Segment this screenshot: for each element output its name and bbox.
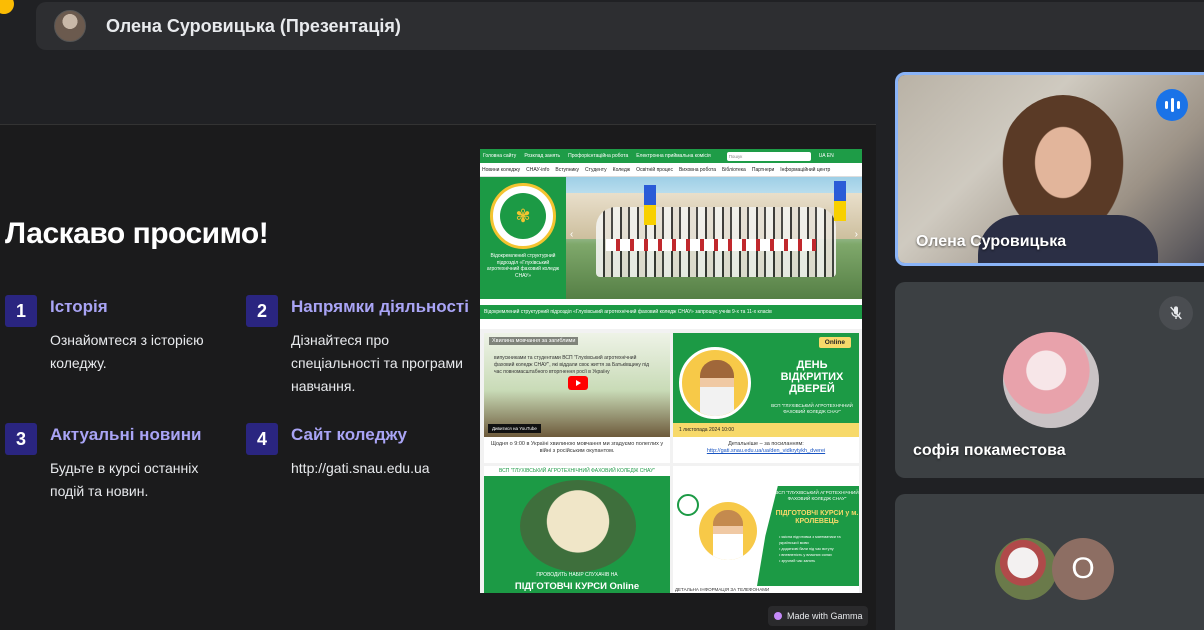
meet-stage: Олена Суровицька (Презентація) Ласкаво п…: [0, 0, 1204, 630]
site-hero: ✾ Відокремлений структурний підрозділ «Г…: [480, 177, 862, 299]
site-topbar-item: Електронна приймальна комісія: [636, 153, 711, 159]
open-day-date: 1 листопада 2024 10:00: [673, 423, 859, 437]
site-topbar-item: Головна сайту: [483, 153, 517, 159]
courses-krolevets-banner: ВСП "ГЛУХІВСЬКИЙ АГРОТЕХНІЧНИЙ ФАХОВИЙ К…: [673, 466, 859, 593]
students-illustration: [520, 480, 636, 572]
audio-bars-icon: [1156, 89, 1188, 121]
college-website-screenshot: Головна сайту Розклад занять Профорієнта…: [480, 149, 862, 593]
site-topbar: Головна сайту Розклад занять Профорієнта…: [480, 149, 862, 163]
video-caption: Щодня о 9:00 в Україні хвилиною мовчання…: [490, 441, 664, 454]
open-day-photo: [679, 347, 751, 419]
courses-panel-header: ВСП "ГЛУХІВСЬКИЙ АГРОТЕХНІЧНИЙ ФАХОВИЙ К…: [775, 490, 859, 501]
courses-phone-info: ДЕТАЛЬНА ІНФОРМАЦІЯ ЗА ТЕЛЕФОНАМИ: [675, 587, 770, 592]
site-hero-brand: ✾ Відокремлений структурний підрозділ «Г…: [480, 177, 566, 299]
feature-url: http://gati.snau.edu.ua: [291, 460, 430, 476]
participant-tile-others[interactable]: О: [895, 494, 1204, 630]
site-news-grid: Хвилина мовчання за загиблими випускника…: [480, 329, 862, 593]
news-card-open-day: Online ДЕНЬ ВІДКРИТИХ ДВЕРЕЙ ВСП "ГЛУХІВ…: [673, 333, 859, 463]
feature-title: Історія: [50, 297, 108, 316]
feature-title: Напрямки діяльності: [291, 297, 469, 316]
avatar: [1003, 332, 1099, 428]
open-day-title: ДЕНЬ ВІДКРИТИХ ДВЕРЕЙ: [780, 359, 844, 395]
gamma-badge-label: Made with Gamma: [787, 611, 863, 621]
presenter-label: Олена Суровицька (Презентація): [106, 15, 401, 36]
site-ticker: Відокремлений структурний підрозділ «Глу…: [480, 305, 862, 319]
news-card-courses-krolevets: ВСП "ГЛУХІВСЬКИЙ АГРОТЕХНІЧНИЙ ФАХОВИЙ К…: [673, 466, 859, 593]
youtube-play-icon: [568, 376, 588, 390]
courses-online-header: ВСП "ГЛУХІВСЬКИЙ АГРОТЕХНІЧНИЙ ФАХОВИЙ К…: [484, 466, 670, 476]
ukraine-flag-icon: [834, 181, 846, 221]
site-nav-item: Вступнику: [555, 166, 580, 173]
ukraine-flag-icon: [644, 185, 656, 225]
site-nav-item: Інформаційний центр: [780, 166, 831, 173]
participant-name: Олена Суровицька: [916, 233, 1067, 250]
courses-online-banner: ВСП "ГЛУХІВСЬКИЙ АГРОТЕХНІЧНИЙ ФАХОВИЙ К…: [484, 466, 670, 593]
video-thumbnail: Хвилина мовчання за загиблими випускника…: [484, 333, 670, 437]
open-day-caption: Детальніше – за посиланням: http://gati.…: [675, 441, 857, 455]
college-logo-icon: ✾: [490, 183, 556, 249]
feature-number: 3: [5, 423, 37, 455]
courses-panel-list: • якісна підготовка з математики та укра…: [779, 535, 841, 563]
chevron-left-icon: ‹: [570, 229, 574, 240]
open-day-subtitle: ВСП "ГЛУХІВСЬКИЙ АГРОТЕХНІЧНИЙ ФАХОВИЙ К…: [771, 403, 853, 414]
video-body: випускниками та студентами ВСП "Глухівсь…: [494, 355, 650, 375]
site-hero-photo: ‹ ›: [566, 177, 862, 299]
college-logo-icon: [677, 494, 699, 516]
participant-name: софія покаместова: [913, 442, 1066, 459]
mic-off-icon: [1159, 296, 1193, 330]
site-hero-text: Відокремлений структурний підрозділ «Глу…: [486, 253, 560, 279]
site-search-box: Пошук: [726, 151, 811, 161]
recording-indicator-icon: [0, 0, 14, 14]
courses-photo: [699, 502, 757, 560]
site-nav-item: Партнери: [751, 166, 775, 173]
site-topbar-item: Профорієнтаційна робота: [568, 153, 629, 159]
avatar-letter: О: [1052, 538, 1114, 600]
feature-number: 1: [5, 295, 37, 327]
slide-title: Ласкаво просимо!: [5, 217, 269, 250]
feature-number: 2: [246, 295, 278, 327]
site-topbar-item: Розклад занять: [524, 153, 561, 159]
presentation-slide: Ласкаво просимо! 1 Історія Ознайомтеся з…: [0, 124, 876, 630]
avatar: [995, 538, 1057, 600]
presenter-avatar: [54, 10, 86, 42]
site-nav: Новини коледжу СНАУ-info Вступнику Студе…: [480, 163, 862, 177]
participant-tile-sofia[interactable]: софія покаместова: [895, 282, 1204, 478]
gamma-logo-icon: [774, 612, 782, 620]
courses-panel-title: ПІДГОТОВЧІ КУРСИ у м. КРОЛЕВЕЦЬ: [775, 510, 859, 525]
feature-number: 4: [246, 423, 278, 455]
feature-title: Сайт коледжу: [291, 425, 408, 444]
feature-title: Актуальні новини: [50, 425, 202, 444]
news-card-video: Хвилина мовчання за загиблими випускника…: [484, 333, 670, 463]
online-badge: Online: [818, 337, 851, 348]
site-nav-item: СНАУ-info: [526, 166, 550, 173]
video-title: Хвилина мовчання за загиблими: [489, 337, 579, 345]
participant-tile-presenter[interactable]: Олена Суровицька: [895, 72, 1204, 266]
courses-online-line: ПРОВОДИТЬ НАБІР СЛУХАЧІВ НА: [536, 572, 618, 578]
chevron-right-icon: ›: [854, 229, 858, 240]
courses-online-title: ПІДГОТОВЧІ КУРСИ Online: [514, 581, 640, 592]
site-nav-item: Новини коледжу: [482, 166, 521, 173]
site-nav-item: Бібліотека: [722, 166, 746, 173]
open-day-banner: Online ДЕНЬ ВІДКРИТИХ ДВЕРЕЙ ВСП "ГЛУХІВ…: [673, 333, 859, 437]
youtube-watch-label: Дивитися на YouTube: [488, 424, 541, 433]
site-nav-item: Виховна робота: [678, 166, 717, 173]
feature-description: Дізнайтеся про спеціальності та програми…: [291, 332, 463, 394]
open-day-caption-text: Детальніше – за посиланням:: [728, 441, 804, 447]
made-with-gamma-badge[interactable]: Made with Gamma: [768, 606, 868, 626]
site-lang: UA EN: [818, 153, 834, 159]
presenter-bar[interactable]: Олена Суровицька (Презентація): [36, 2, 1204, 50]
site-nav-item: Студенту: [585, 166, 607, 173]
feature-description: Ознайомтеся з історією коледжу.: [50, 332, 204, 371]
site-nav-item: Освітній процес: [636, 166, 673, 173]
site-nav-item: Коледж: [612, 166, 631, 173]
news-card-courses-online: ВСП "ГЛУХІВСЬКИЙ АГРОТЕХНІЧНИЙ ФАХОВИЙ К…: [484, 466, 670, 593]
open-day-link: http://gati.snau.edu.ua/ua/den_vidkrytyk…: [706, 448, 826, 454]
courses-panel: ВСП "ГЛУХІВСЬКИЙ АГРОТЕХНІЧНИЙ ФАХОВИЙ К…: [757, 486, 859, 586]
feature-description: Будьте в курсі останніх подій та новин.: [50, 460, 199, 499]
